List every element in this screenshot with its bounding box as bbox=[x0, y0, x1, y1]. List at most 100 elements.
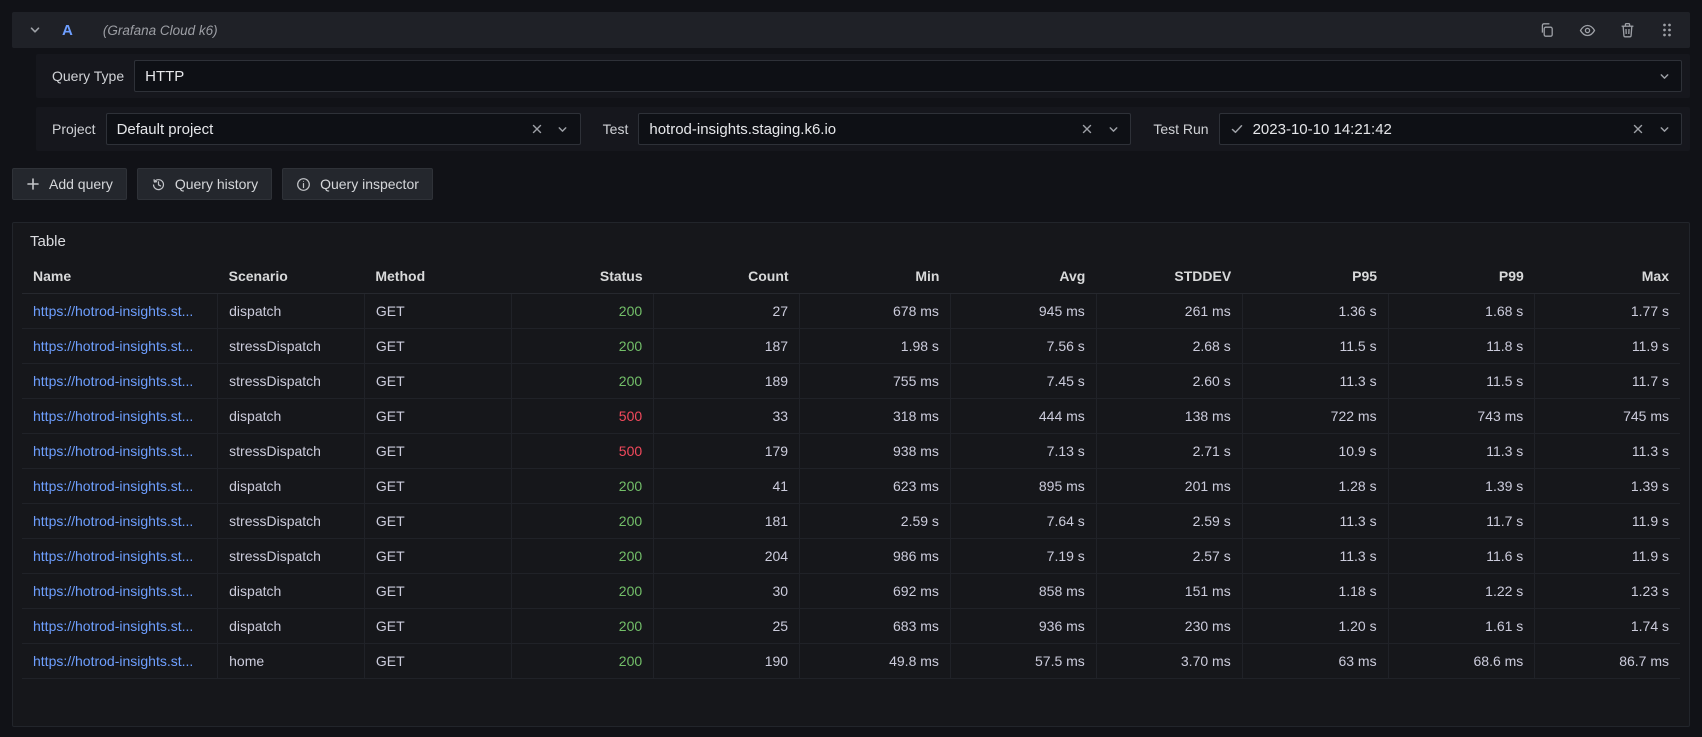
column-header-status[interactable]: Status bbox=[512, 262, 654, 294]
column-header-min[interactable]: Min bbox=[800, 262, 951, 294]
cell-min: 938 ms bbox=[800, 434, 951, 469]
query-inspector-button[interactable]: Query inspector bbox=[282, 168, 433, 200]
cell-p95: 10.9 s bbox=[1242, 434, 1388, 469]
status-badge: 200 bbox=[512, 609, 654, 644]
clear-icon[interactable] bbox=[529, 121, 545, 137]
test-select[interactable]: hotrod-insights.staging.k6.io bbox=[638, 113, 1131, 145]
hide-query-button[interactable] bbox=[1576, 19, 1598, 41]
copy-icon bbox=[1539, 22, 1555, 38]
request-name-link[interactable]: https://hotrod-insights.st... bbox=[33, 408, 193, 424]
test-run-select[interactable]: 2023-10-10 14:21:42 bbox=[1219, 113, 1682, 145]
chevron-down-icon[interactable] bbox=[555, 121, 571, 137]
query-type-select[interactable]: HTTP bbox=[134, 60, 1682, 92]
cell-avg: 895 ms bbox=[950, 469, 1096, 504]
cell-method: GET bbox=[364, 434, 512, 469]
column-header-name[interactable]: Name bbox=[22, 262, 218, 294]
cell-name: https://hotrod-insights.st... bbox=[22, 364, 218, 399]
table-container: NameScenarioMethodStatusCountMinAvgSTDDE… bbox=[22, 262, 1680, 718]
clear-icon[interactable] bbox=[1630, 121, 1646, 137]
status-badge: 500 bbox=[512, 399, 654, 434]
duplicate-query-button[interactable] bbox=[1536, 19, 1558, 41]
drag-query-handle[interactable] bbox=[1656, 19, 1678, 41]
cell-count: 190 bbox=[654, 644, 800, 679]
cell-count: 204 bbox=[654, 539, 800, 574]
cell-p95: 11.3 s bbox=[1242, 539, 1388, 574]
clear-icon[interactable] bbox=[1079, 121, 1095, 137]
query-actions-row: Add query Query history Query inspecto bbox=[12, 168, 1690, 200]
column-header-scenario[interactable]: Scenario bbox=[218, 262, 365, 294]
cell-max: 11.9 s bbox=[1535, 329, 1680, 364]
plus-icon bbox=[26, 177, 40, 191]
cell-avg: 7.45 s bbox=[950, 364, 1096, 399]
cell-method: GET bbox=[364, 294, 512, 329]
panel-title[interactable]: Table bbox=[22, 230, 74, 262]
test-run-value: 2023-10-10 14:21:42 bbox=[1253, 121, 1630, 138]
cell-count: 181 bbox=[654, 504, 800, 539]
table-row: https://hotrod-insights.st...homeGET2001… bbox=[22, 644, 1680, 679]
column-header-avg[interactable]: Avg bbox=[950, 262, 1096, 294]
grafana-query-editor-page: A (Grafana Cloud k6) bbox=[0, 0, 1702, 737]
column-header-p99[interactable]: P99 bbox=[1388, 262, 1535, 294]
trash-icon bbox=[1620, 22, 1635, 38]
query-type-label: Query Type bbox=[44, 68, 134, 84]
query-type-row: Query Type HTTP bbox=[36, 54, 1690, 98]
cell-p99: 1.61 s bbox=[1388, 609, 1535, 644]
cell-p99: 11.5 s bbox=[1388, 364, 1535, 399]
table-row: https://hotrod-insights.st... dispatchGET… bbox=[22, 294, 1680, 329]
column-header-stddev[interactable]: STDDEV bbox=[1096, 262, 1242, 294]
column-header-count[interactable]: Count bbox=[654, 262, 800, 294]
cell-stddev: 261 ms bbox=[1096, 294, 1242, 329]
cell-name: https://hotrod-insights.st... bbox=[22, 539, 218, 574]
request-name-link[interactable]: https://hotrod-insights.st... bbox=[33, 548, 193, 564]
cell-min: 1.98 s bbox=[800, 329, 951, 364]
datasource-label: (Grafana Cloud k6) bbox=[103, 23, 218, 38]
query-editor-header: A (Grafana Cloud k6) bbox=[12, 12, 1690, 48]
test-value: hotrod-insights.staging.k6.io bbox=[649, 121, 1079, 138]
cell-p95: 1.20 s bbox=[1242, 609, 1388, 644]
request-name-link[interactable]: https://hotrod-insights.st... bbox=[33, 338, 193, 354]
query-history-button[interactable]: Query history bbox=[137, 168, 272, 200]
add-query-button[interactable]: Add query bbox=[12, 168, 127, 200]
column-header-method[interactable]: Method bbox=[364, 262, 512, 294]
cell-min: 623 ms bbox=[800, 469, 951, 504]
request-name-link[interactable]: https://hotrod-insights.st... bbox=[33, 513, 193, 529]
status-badge: 200 bbox=[512, 469, 654, 504]
request-name-link[interactable]: https://hotrod-insights.st... bbox=[33, 478, 193, 494]
table-row: https://hotrod-insights.st...dispatchGET… bbox=[22, 469, 1680, 504]
remove-query-button[interactable] bbox=[1616, 19, 1638, 41]
cell-max: 1.74 s bbox=[1535, 609, 1680, 644]
chevron-down-icon[interactable] bbox=[1656, 68, 1672, 84]
table-row: https://hotrod-insights.st...stressDispa… bbox=[22, 504, 1680, 539]
cell-method: GET bbox=[364, 574, 512, 609]
cell-min: 2.59 s bbox=[800, 504, 951, 539]
table-row: https://hotrod-insights.st...dispatchGET… bbox=[22, 574, 1680, 609]
request-name-link[interactable]: https://hotrod-insights.st... bbox=[33, 303, 193, 319]
project-select[interactable]: Default project bbox=[106, 113, 581, 145]
cell-max: 1.39 s bbox=[1535, 469, 1680, 504]
query-type-value: HTTP bbox=[145, 68, 1656, 85]
cell-avg: 7.13 s bbox=[950, 434, 1096, 469]
request-name-link[interactable]: https://hotrod-insights.st... bbox=[33, 653, 193, 669]
project-label: Project bbox=[44, 121, 106, 137]
cell-name: https://hotrod-insights.st... bbox=[22, 399, 218, 434]
collapse-query-button[interactable] bbox=[24, 19, 46, 41]
cell-avg: 945 ms bbox=[950, 294, 1096, 329]
request-name-link[interactable]: https://hotrod-insights.st... bbox=[33, 373, 193, 389]
column-header-max[interactable]: Max bbox=[1535, 262, 1680, 294]
request-name-link[interactable]: https://hotrod-insights.st... bbox=[33, 443, 193, 459]
cell-p99: 68.6 ms bbox=[1388, 644, 1535, 679]
chevron-down-icon[interactable] bbox=[1105, 121, 1121, 137]
status-badge: 500 bbox=[512, 434, 654, 469]
column-header-p95[interactable]: P95 bbox=[1242, 262, 1388, 294]
cell-max: 11.9 s bbox=[1535, 539, 1680, 574]
cell-scenario: stressDispatch bbox=[218, 434, 365, 469]
cell-method: GET bbox=[364, 469, 512, 504]
cell-avg: 858 ms bbox=[950, 574, 1096, 609]
request-name-link[interactable]: https://hotrod-insights.st... bbox=[33, 618, 193, 634]
cell-method: GET bbox=[364, 364, 512, 399]
cell-scenario: dispatch bbox=[218, 294, 365, 329]
cell-min: 692 ms bbox=[800, 574, 951, 609]
query-ref-id[interactable]: A bbox=[62, 22, 73, 39]
request-name-link[interactable]: https://hotrod-insights.st... bbox=[33, 583, 193, 599]
chevron-down-icon[interactable] bbox=[1656, 121, 1672, 137]
